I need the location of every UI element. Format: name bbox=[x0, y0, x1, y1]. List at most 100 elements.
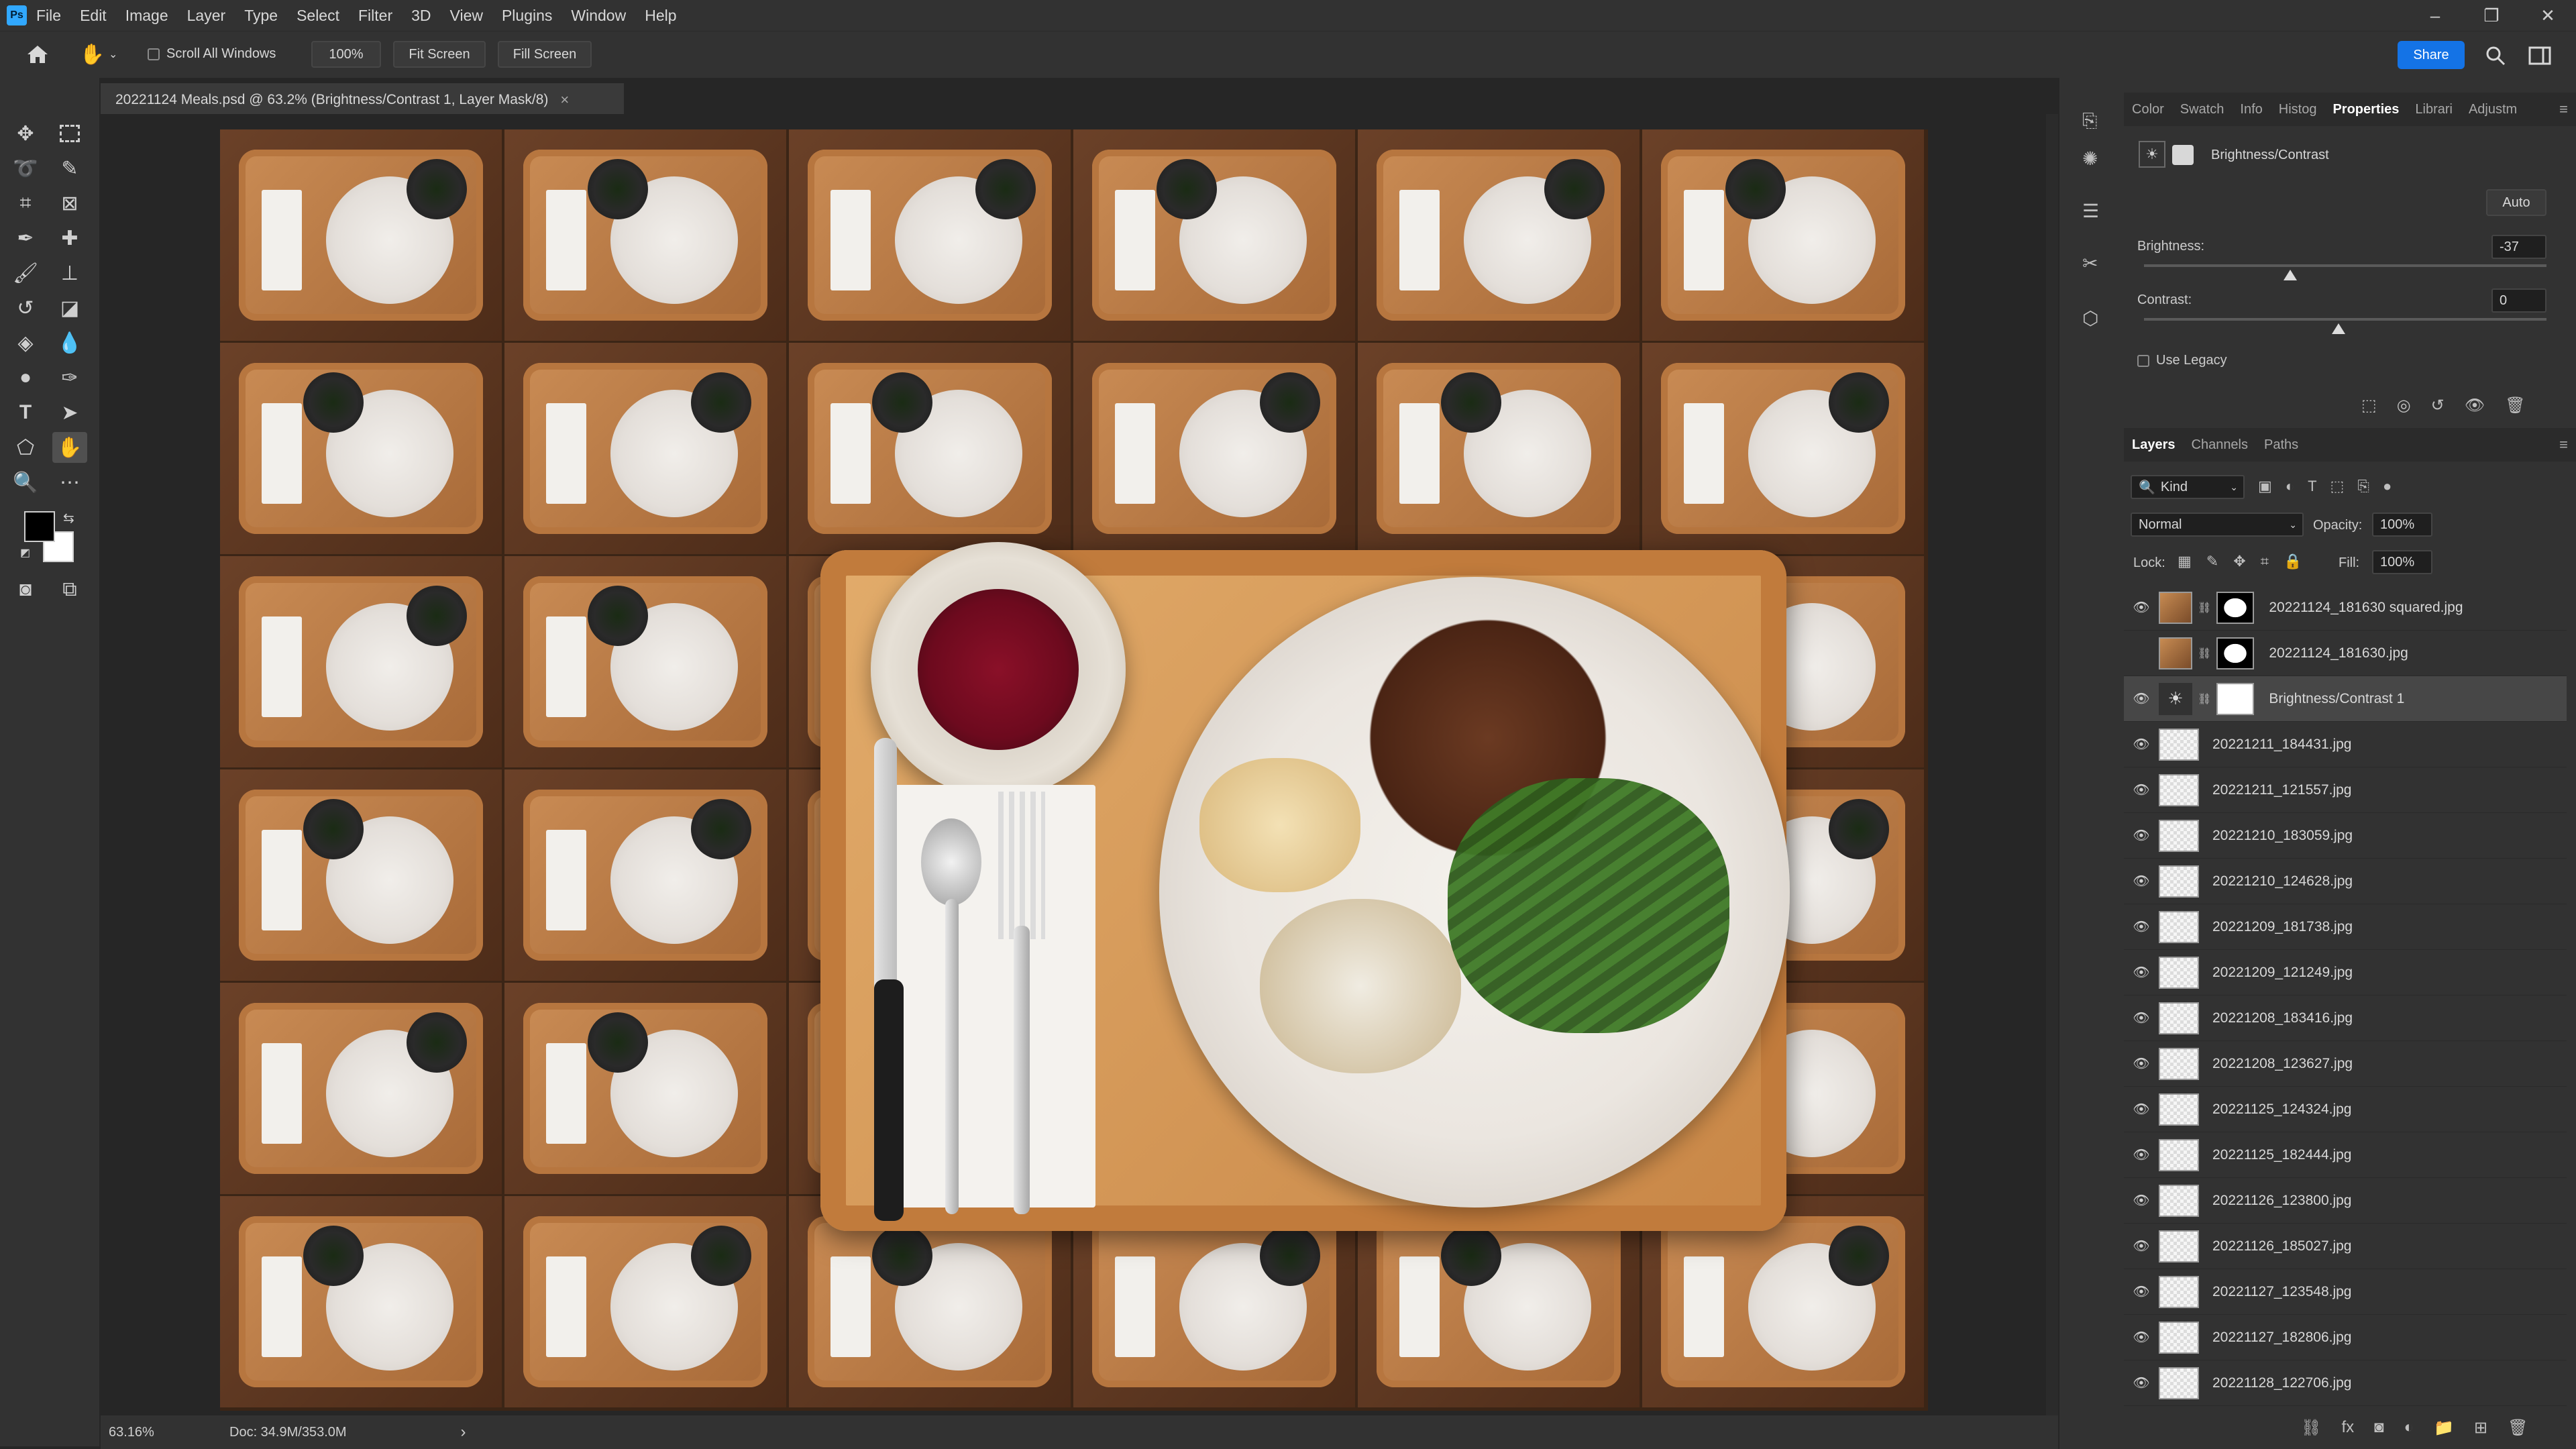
menu-filter[interactable]: Filter bbox=[358, 7, 392, 25]
shape-tool-icon[interactable]: ⬠ bbox=[8, 432, 43, 463]
history-panel-icon[interactable]: ⎘ bbox=[2082, 110, 2097, 132]
vertical-scrollbar[interactable] bbox=[2046, 114, 2058, 1415]
quick-mask-icon[interactable]: ◙ bbox=[8, 574, 43, 605]
visibility-eye-icon[interactable]: 👁 bbox=[2124, 1010, 2159, 1026]
eyedropper-tool-icon[interactable]: ✒ bbox=[8, 223, 43, 254]
layer-mask-thumbnail[interactable] bbox=[2216, 682, 2255, 715]
tab-histogram[interactable]: Histog bbox=[2271, 102, 2325, 117]
layer-row[interactable]: 👁 ☀ ⛓ Brightness/Contrast 1 bbox=[2124, 676, 2567, 722]
clone-stamp-tool-icon[interactable]: ⊥ bbox=[52, 258, 87, 288]
tab-layers[interactable]: Layers bbox=[2124, 437, 2184, 453]
close-document-icon[interactable]: × bbox=[560, 91, 569, 109]
layer-row[interactable]: 👁 20221126_123800.jpg bbox=[2124, 1178, 2567, 1224]
brightness-slider[interactable] bbox=[2144, 264, 2546, 267]
home-icon[interactable] bbox=[19, 41, 56, 68]
lasso-tool-icon[interactable]: ➰ bbox=[8, 153, 43, 184]
layer-row[interactable]: 👁 20221210_183059.jpg bbox=[2124, 813, 2567, 859]
add-mask-icon[interactable]: ◙ bbox=[2374, 1418, 2384, 1438]
search-icon[interactable] bbox=[2482, 42, 2509, 69]
visibility-eye-icon[interactable]: 👁 bbox=[2124, 1101, 2159, 1118]
new-layer-icon[interactable]: ⊞ bbox=[2474, 1418, 2487, 1438]
visibility-eye-icon[interactable]: 👁 bbox=[2124, 1329, 2159, 1346]
pixel-filter-icon[interactable]: ▣ bbox=[2258, 478, 2272, 495]
layer-row[interactable]: 👁 20221210_124628.jpg bbox=[2124, 859, 2567, 904]
use-legacy-checkbox[interactable]: Use Legacy bbox=[2137, 353, 2227, 368]
contrast-slider[interactable] bbox=[2144, 318, 2546, 321]
zoom-level[interactable]: 63.16% bbox=[109, 1425, 209, 1440]
fill-input[interactable]: 100% bbox=[2372, 550, 2432, 574]
visibility-eye-icon[interactable]: 👁 bbox=[2124, 1238, 2159, 1254]
menu-select[interactable]: Select bbox=[297, 7, 339, 25]
hand-tool-icon[interactable]: ✋ bbox=[52, 432, 87, 463]
visibility-eye-icon[interactable]: 👁 bbox=[2124, 964, 2159, 981]
reset-icon[interactable]: ↺ bbox=[2431, 396, 2445, 415]
visibility-eye-icon[interactable]: 👁 bbox=[2124, 1283, 2159, 1300]
layer-row[interactable]: 👁 20221127_123548.jpg bbox=[2124, 1269, 2567, 1315]
layer-mask-thumbnail[interactable] bbox=[2216, 637, 2255, 669]
frame-tool-icon[interactable]: ⊠ bbox=[52, 188, 87, 219]
layer-row[interactable]: 👁 20221125_124324.jpg bbox=[2124, 1087, 2567, 1132]
document-image[interactable] bbox=[220, 129, 1928, 1411]
contrast-slider-thumb[interactable] bbox=[2332, 323, 2345, 334]
default-colors-icon[interactable]: ◩ bbox=[20, 546, 30, 559]
layer-row[interactable]: 👁 20221208_183416.jpg bbox=[2124, 996, 2567, 1041]
layer-row[interactable]: 👁 20221209_181738.jpg bbox=[2124, 904, 2567, 950]
layer-row[interactable]: 👁 ⛓ 20221124_181630 squared.jpg bbox=[2124, 585, 2567, 631]
visibility-eye-icon[interactable]: 👁 bbox=[2124, 599, 2159, 616]
fill-screen-button[interactable]: Fill Screen bbox=[498, 41, 592, 68]
tab-swatches[interactable]: Swatch bbox=[2172, 102, 2233, 117]
quick-select-tool-icon[interactable]: ✎ bbox=[52, 153, 87, 184]
visibility-eye-icon[interactable]: 👁 bbox=[2124, 918, 2159, 935]
visibility-eye-icon[interactable]: 👁 bbox=[2124, 1055, 2159, 1072]
delete-layer-icon[interactable]: 🗑 bbox=[2508, 1418, 2528, 1438]
eraser-tool-icon[interactable]: ◪ bbox=[52, 292, 87, 323]
brightness-slider-thumb[interactable] bbox=[2284, 270, 2297, 280]
tab-adjustments[interactable]: Adjustm bbox=[2461, 102, 2525, 117]
tab-color[interactable]: Color bbox=[2124, 102, 2172, 117]
clip-to-layer-icon[interactable]: ⬚ bbox=[2361, 396, 2377, 415]
restore-button[interactable]: ❐ bbox=[2463, 5, 2520, 26]
hand-tool-preset-icon[interactable]: ✋ ⌄ bbox=[75, 40, 122, 69]
dodge-tool-icon[interactable]: ● bbox=[8, 362, 43, 393]
menu-layer[interactable]: Layer bbox=[187, 7, 226, 25]
brush-tool-icon[interactable]: 🖌 bbox=[8, 258, 43, 288]
healing-brush-tool-icon[interactable]: ✚ bbox=[52, 223, 87, 254]
checkbox-icon[interactable] bbox=[148, 48, 160, 60]
type-filter-icon[interactable]: T bbox=[2308, 478, 2316, 495]
blend-mode-select[interactable]: Normal ⌄ bbox=[2131, 513, 2304, 537]
lock-artboard-icon[interactable]: ⌗ bbox=[2261, 553, 2269, 570]
mask-link-icon[interactable]: ⛓ bbox=[2198, 601, 2211, 614]
delete-adjustment-icon[interactable]: 🗑 bbox=[2505, 396, 2525, 415]
share-button[interactable]: Share bbox=[2398, 41, 2465, 69]
workspace-icon[interactable] bbox=[2520, 42, 2560, 69]
brightness-input[interactable]: -37 bbox=[2491, 235, 2546, 259]
layer-row[interactable]: 👁 20221211_121557.jpg bbox=[2124, 767, 2567, 813]
layers-menu-icon[interactable]: ≡ bbox=[2551, 436, 2576, 453]
document-tab[interactable]: 20221124 Meals.psd @ 63.2% (Brightness/C… bbox=[101, 83, 624, 114]
layer-mask-thumbnail[interactable] bbox=[2216, 591, 2255, 624]
lock-pixels-icon[interactable]: ✎ bbox=[2206, 553, 2218, 570]
paint-bucket-tool-icon[interactable]: ◈ bbox=[8, 327, 43, 358]
scroll-all-windows-checkbox[interactable]: Scroll All Windows bbox=[148, 46, 276, 62]
filter-toggle-icon[interactable]: ● bbox=[2383, 478, 2392, 495]
menu-window[interactable]: Window bbox=[571, 7, 626, 25]
new-adjustment-icon[interactable]: ◐ bbox=[2404, 1418, 2414, 1438]
visibility-eye-icon[interactable]: 👁 bbox=[2124, 1375, 2159, 1391]
layer-row[interactable]: ⛓ 20221124_181630.jpg bbox=[2124, 631, 2567, 676]
tab-properties[interactable]: Properties bbox=[2324, 102, 2407, 117]
menu-edit[interactable]: Edit bbox=[80, 7, 107, 25]
layer-row[interactable]: 👁 20221209_121249.jpg bbox=[2124, 950, 2567, 996]
opacity-input[interactable]: 100% bbox=[2372, 513, 2432, 537]
crop-tool-icon[interactable]: ⌗ bbox=[8, 188, 43, 219]
tab-paths[interactable]: Paths bbox=[2256, 437, 2306, 453]
mask-link-icon[interactable]: ⛓ bbox=[2198, 647, 2211, 660]
visibility-eye-icon[interactable]: 👁 bbox=[2124, 827, 2159, 844]
menu-file[interactable]: File bbox=[36, 7, 61, 25]
fit-screen-button[interactable]: Fit Screen bbox=[393, 41, 486, 68]
menu-help[interactable]: Help bbox=[645, 7, 676, 25]
lock-transparent-icon[interactable]: ▦ bbox=[2178, 553, 2192, 570]
tools-preset-icon[interactable]: ✂ bbox=[2082, 252, 2098, 274]
path-selection-tool-icon[interactable]: ➤ bbox=[52, 397, 87, 428]
visibility-eye-icon[interactable]: 👁 bbox=[2124, 1192, 2159, 1209]
new-group-icon[interactable]: 📁 bbox=[2434, 1418, 2454, 1438]
